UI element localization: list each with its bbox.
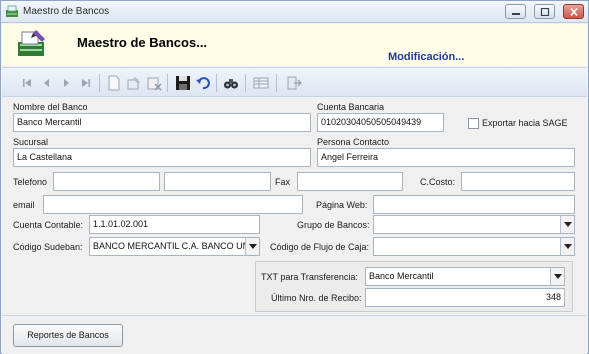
maximize-button[interactable] — [534, 4, 555, 19]
nombre-banco-label: Nombre del Banco — [13, 102, 88, 112]
codigo-flujo-select[interactable] — [373, 237, 575, 256]
cuenta-bancaria-field[interactable]: 01020304050505049439 — [317, 113, 444, 132]
window-title: Maestro de Bancos — [23, 6, 110, 17]
previous-record-icon[interactable] — [39, 75, 55, 91]
delete-record-icon[interactable] — [146, 75, 162, 91]
transfer-group: TXT para Transferencia: Banco Mercantil … — [255, 261, 573, 312]
cuenta-contable-field[interactable]: 1.1.01.02.001 — [89, 215, 260, 234]
codigo-sudeban-value: BANCO MERCANTIL C.A. BANCO UNIV — [93, 241, 258, 251]
record-toolbar — [2, 67, 587, 97]
txt-transferencia-label: TXT para Transferencia: — [261, 272, 358, 282]
email-label: email — [13, 200, 35, 210]
ultimo-recibo-label: Último Nro. de Recibo: — [271, 293, 362, 303]
chevron-down-icon — [564, 222, 572, 227]
page-title: Maestro de Bancos... — [77, 35, 208, 50]
persona-contacto-field[interactable]: Angel Ferreira — [317, 148, 575, 167]
grupo-bancos-select[interactable] — [373, 215, 575, 234]
toolbar-separator — [99, 74, 100, 92]
pagina-web-field[interactable] — [373, 195, 575, 214]
reportes-bancos-button[interactable]: Reportes de Bancos — [13, 324, 123, 347]
ultimo-recibo-field[interactable]: 348 — [365, 288, 565, 307]
txt-transferencia-dropdown-button[interactable] — [550, 268, 564, 285]
app-icon — [6, 5, 18, 17]
find-icon[interactable] — [223, 75, 239, 91]
close-button[interactable] — [563, 4, 584, 19]
minimize-button[interactable] — [505, 4, 526, 19]
toolbar-separator — [216, 74, 217, 92]
title-bar: Maestro de Bancos — [1, 1, 588, 23]
telefono-field-2[interactable] — [164, 172, 271, 191]
chevron-down-icon — [249, 244, 257, 249]
sucursal-field[interactable]: La Castellana — [13, 148, 311, 167]
ccosto-field[interactable] — [461, 172, 575, 191]
sucursal-label: Sucursal — [13, 137, 49, 147]
nombre-banco-field[interactable]: Banco Mercantil — [13, 113, 311, 132]
telefono-field-1[interactable] — [53, 172, 160, 191]
txt-transferencia-select[interactable]: Banco Mercantil — [365, 267, 565, 286]
mode-indicator: Modificación... — [388, 51, 465, 63]
fax-field[interactable] — [297, 172, 403, 191]
footer-bar: Reportes de Bancos — [2, 315, 587, 354]
exportar-sage-checkbox[interactable] — [468, 118, 479, 129]
last-record-icon[interactable] — [78, 75, 94, 91]
txt-transferencia-value: Banco Mercantil — [369, 271, 434, 281]
save-icon[interactable] — [175, 75, 191, 91]
grupo-bancos-label: Grupo de Bancos: — [297, 220, 370, 230]
new-record-icon[interactable] — [106, 75, 122, 91]
toolbar-separator — [276, 74, 277, 92]
toolbar-separator — [167, 74, 168, 92]
email-field[interactable] — [43, 195, 303, 214]
first-record-icon[interactable] — [19, 75, 35, 91]
grid-view-icon[interactable] — [253, 75, 269, 91]
undo-icon[interactable] — [195, 75, 211, 91]
chevron-down-icon — [564, 244, 572, 249]
exit-icon[interactable] — [286, 75, 302, 91]
fax-label: Fax — [275, 177, 291, 187]
next-record-icon[interactable] — [58, 75, 74, 91]
cuenta-contable-label: Cuenta Contable: — [13, 220, 84, 230]
codigo-sudeban-label: Código Sudeban: — [13, 242, 83, 252]
telefono-label: Telefono — [13, 177, 48, 187]
codigo-sudeban-select[interactable]: BANCO MERCANTIL C.A. BANCO UNIV — [89, 237, 260, 256]
cuenta-bancaria-label: Cuenta Bancaria — [317, 102, 385, 112]
toolbar-separator — [245, 74, 246, 92]
bank-logo-icon — [18, 30, 45, 56]
pagina-web-label: Página Web: — [316, 200, 368, 210]
codigo-flujo-dropdown-button[interactable] — [560, 238, 574, 255]
minimize-icon — [512, 13, 520, 15]
codigo-sudeban-dropdown-button[interactable] — [245, 238, 259, 255]
close-icon — [570, 8, 578, 16]
header-banner: Maestro de Bancos... Modificación... — [2, 24, 587, 66]
window: Maestro de Bancos Maestro de Bancos... M… — [0, 0, 589, 354]
grupo-bancos-dropdown-button[interactable] — [560, 216, 574, 233]
maximize-icon — [540, 8, 550, 16]
ccosto-label: C.Costo: — [420, 177, 456, 187]
edit-record-icon[interactable] — [126, 75, 142, 91]
codigo-flujo-label: Código de Flujo de Caja: — [270, 242, 370, 252]
chevron-down-icon — [554, 274, 562, 279]
exportar-sage-label: Exportar hacia SAGE — [482, 118, 568, 128]
persona-contacto-label: Persona Contacto — [317, 137, 390, 147]
